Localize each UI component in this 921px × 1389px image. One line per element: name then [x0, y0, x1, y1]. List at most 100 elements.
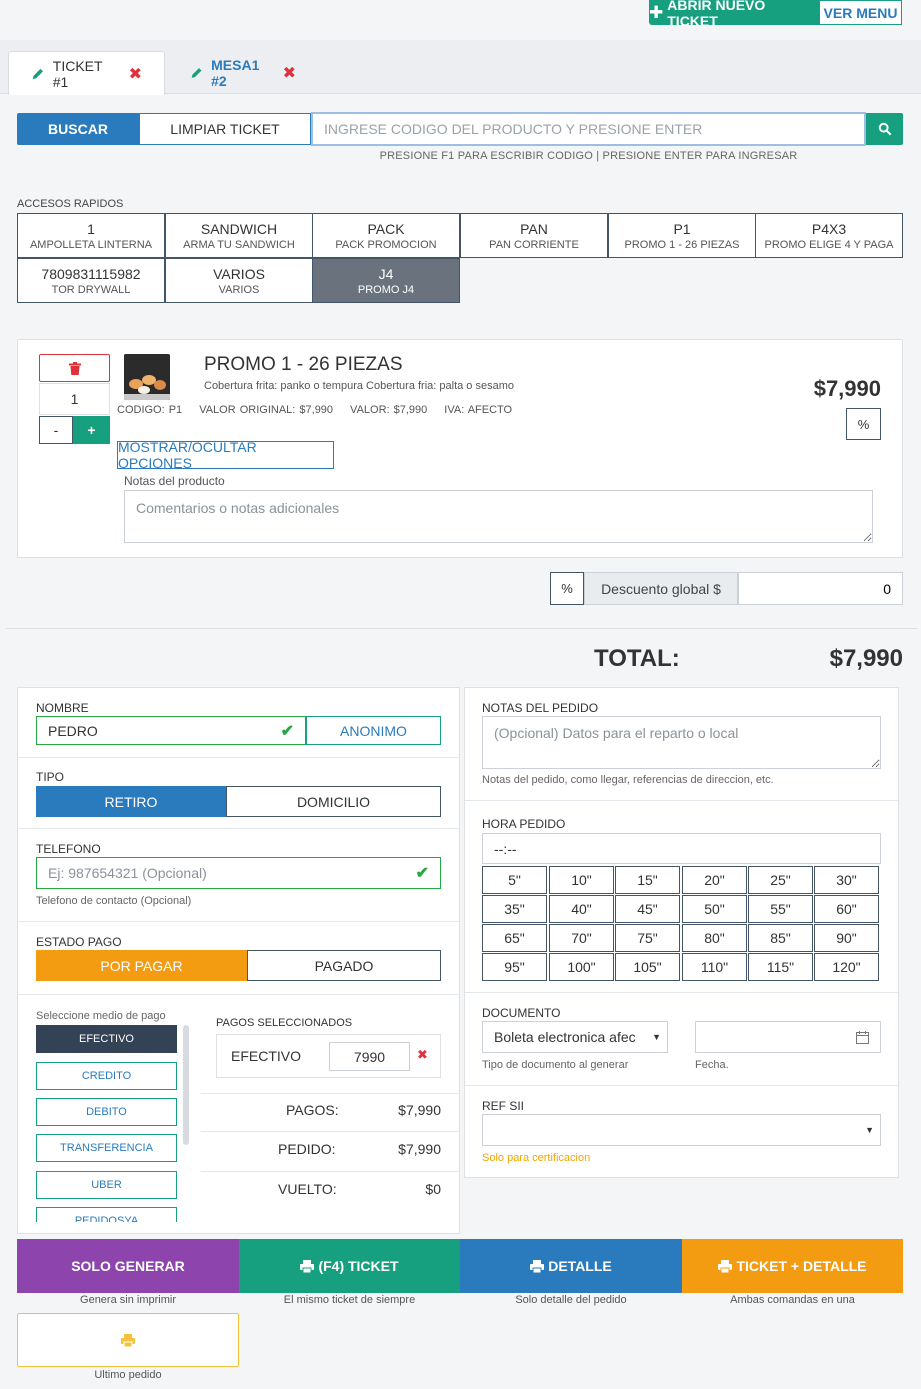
minute-button[interactable]: 100"	[549, 953, 614, 981]
payment-method-efectivo[interactable]: EFECTIVO	[36, 1025, 177, 1053]
calendar-icon	[856, 1030, 869, 1044]
delivery-toggle[interactable]: DOMICILIO	[226, 786, 441, 817]
quick-access-item[interactable]: P4X3 PROMO ELIGE 4 Y PAGA	[755, 213, 903, 258]
generate-only-button[interactable]: SOLO GENERAR	[17, 1239, 239, 1293]
search-button[interactable]: BUSCAR	[17, 113, 139, 145]
date-input[interactable]	[695, 1021, 881, 1053]
payment-method-transferencia[interactable]: TRANSFERENCIA	[36, 1134, 177, 1162]
quick-access-item[interactable]: VARIOS VARIOS	[165, 258, 313, 303]
close-icon[interactable]: ✖	[283, 63, 296, 83]
separator	[18, 994, 459, 995]
order-notes-input[interactable]	[482, 716, 881, 769]
minute-button[interactable]: 95"	[482, 953, 547, 981]
name-input[interactable]: PEDRO ✔	[36, 716, 306, 745]
quick-access-item[interactable]: 7809831115982 TOR DRYWALL	[17, 258, 165, 303]
minute-button[interactable]: 35"	[482, 895, 547, 923]
minute-button[interactable]: 55"	[748, 895, 813, 923]
minute-button[interactable]: 80"	[682, 924, 747, 952]
tab-ticket-1[interactable]: TICKET #1 ✖	[8, 51, 165, 95]
payment-method-uber[interactable]: UBER	[36, 1171, 177, 1199]
order-time-input[interactable]: --:--	[482, 833, 881, 864]
printer-icon	[300, 1259, 315, 1273]
check-icon: ✔	[415, 865, 429, 882]
minute-button[interactable]: 40"	[549, 895, 614, 923]
ref-sii-label: REF SII	[482, 1099, 525, 1113]
caret-down-icon: ▼	[652, 1032, 661, 1042]
scrollbar[interactable]	[183, 1025, 189, 1145]
phone-input[interactable]: Ej: 987654321 (Opcional) ✔	[36, 857, 441, 889]
order-time-label: HORA PEDIDO	[482, 817, 566, 831]
minute-button[interactable]: 5"	[482, 866, 547, 894]
minute-button[interactable]: 50"	[682, 895, 747, 923]
minute-button[interactable]: 15"	[615, 866, 680, 894]
minute-button[interactable]: 105"	[615, 953, 680, 981]
print-ticket-and-detail-button[interactable]: TICKET + DETALLE	[682, 1239, 903, 1293]
quick-access-item[interactable]: SANDWICH ARMA TU SANDWICH	[165, 213, 313, 258]
anonymous-button[interactable]: ANONIMO	[306, 716, 441, 745]
global-discount-label: Descuento global $	[584, 572, 738, 605]
payment-method-credito[interactable]: CREDITO	[36, 1062, 177, 1090]
type-label: TIPO	[36, 770, 65, 784]
search-submit-button[interactable]	[866, 113, 903, 145]
minute-button[interactable]: 60"	[814, 895, 879, 923]
minute-button[interactable]: 75"	[615, 924, 680, 952]
minute-button[interactable]: 120"	[814, 953, 879, 981]
separator	[465, 992, 898, 993]
payment-method-debito[interactable]: DEBITO	[36, 1098, 177, 1126]
remove-payment-icon[interactable]: ✖	[417, 1047, 428, 1063]
print-detail-button[interactable]: DETALLE	[460, 1239, 682, 1293]
tab-mesa1-2[interactable]: MESA1 #2 ✖	[168, 51, 318, 95]
print-ticket-and-detail-help: Ambas comandas en una	[730, 1294, 855, 1306]
product-code: CODIGO: P1	[117, 404, 183, 416]
global-discount-percent-button[interactable]: %	[550, 572, 584, 605]
payment-method-list[interactable]: EFECTIVO CREDITO DEBITO TRANSFERENCIA UB…	[36, 1025, 177, 1222]
total-label: TOTAL:	[594, 645, 680, 672]
document-select[interactable]: Boleta electronica afec ▼	[482, 1021, 668, 1053]
minute-button[interactable]: 65"	[482, 924, 547, 952]
payment-amount-input[interactable]: 7990	[329, 1042, 410, 1071]
minute-button[interactable]: 20"	[682, 866, 747, 894]
minute-button[interactable]: 90"	[814, 924, 879, 952]
product-code-input[interactable]	[311, 112, 866, 146]
print-ticket-help: El mismo ticket de siempre	[283, 1294, 416, 1306]
minute-button[interactable]: 115"	[748, 953, 813, 981]
clear-ticket-button[interactable]: LIMPIAR TICKET	[139, 113, 311, 145]
quick-access-item[interactable]: PACK PACK PROMOCION	[312, 213, 460, 258]
minute-button[interactable]: 110"	[682, 953, 747, 981]
minute-button[interactable]: 85"	[748, 924, 813, 952]
minute-button[interactable]: 30"	[814, 866, 879, 894]
minute-button[interactable]: 45"	[615, 895, 680, 923]
quick-access-item[interactable]: 1 AMPOLLETA LINTERNA	[17, 213, 165, 258]
payment-method-pedidosya[interactable]: PEDIDOSYA	[36, 1207, 177, 1222]
minute-button[interactable]: 70"	[549, 924, 614, 952]
toggle-options-button[interactable]: MOSTRAR/OCULTAR OPCIONES	[117, 439, 334, 471]
last-order-button[interactable]	[17, 1313, 239, 1367]
paid-toggle[interactable]: PAGADO	[247, 950, 441, 981]
quick-access-item[interactable]: P1 PROMO 1 - 26 PIEZAS	[608, 213, 756, 258]
print-detail-help: Solo detalle del pedido	[515, 1294, 627, 1306]
separator	[18, 828, 459, 829]
product-notes-input[interactable]	[124, 490, 873, 543]
global-discount-input[interactable]	[738, 572, 903, 605]
close-icon[interactable]: ✖	[129, 64, 142, 84]
delete-product-button[interactable]	[39, 354, 110, 382]
payments-label: PAGOS:	[286, 1102, 339, 1118]
quick-access-item[interactable]: PAN PAN CORRIENTE	[460, 213, 608, 258]
increase-quantity-button[interactable]: +	[73, 416, 110, 444]
print-ticket-button[interactable]: (F4) TICKET	[239, 1239, 460, 1293]
product-discount-percent-button[interactable]: %	[846, 408, 881, 440]
open-new-ticket-button[interactable]: ✚ ABRIR NUEVO TICKET	[649, 0, 819, 29]
minute-button[interactable]: 25"	[748, 866, 813, 894]
view-menu-button[interactable]: VER MENU	[819, 0, 902, 25]
pickup-toggle[interactable]: RETIRO	[36, 786, 226, 817]
order-notes-help: Notas del pedido, como llegar, referenci…	[482, 774, 774, 786]
ref-sii-select[interactable]: ▼	[482, 1114, 881, 1146]
unpaid-toggle[interactable]: POR PAGAR	[36, 950, 247, 981]
search-icon	[878, 122, 891, 136]
minutes-grid: 5" 10" 15" 20" 25" 30" 35" 40" 45" 50" 5…	[482, 866, 881, 982]
printer-icon	[718, 1259, 733, 1273]
quick-access-item-selected[interactable]: J4 PROMO J4	[312, 258, 460, 303]
decrease-quantity-button[interactable]: -	[39, 416, 73, 444]
minute-button[interactable]: 10"	[549, 866, 614, 894]
last-order-help: Ultimo pedido	[94, 1369, 162, 1381]
